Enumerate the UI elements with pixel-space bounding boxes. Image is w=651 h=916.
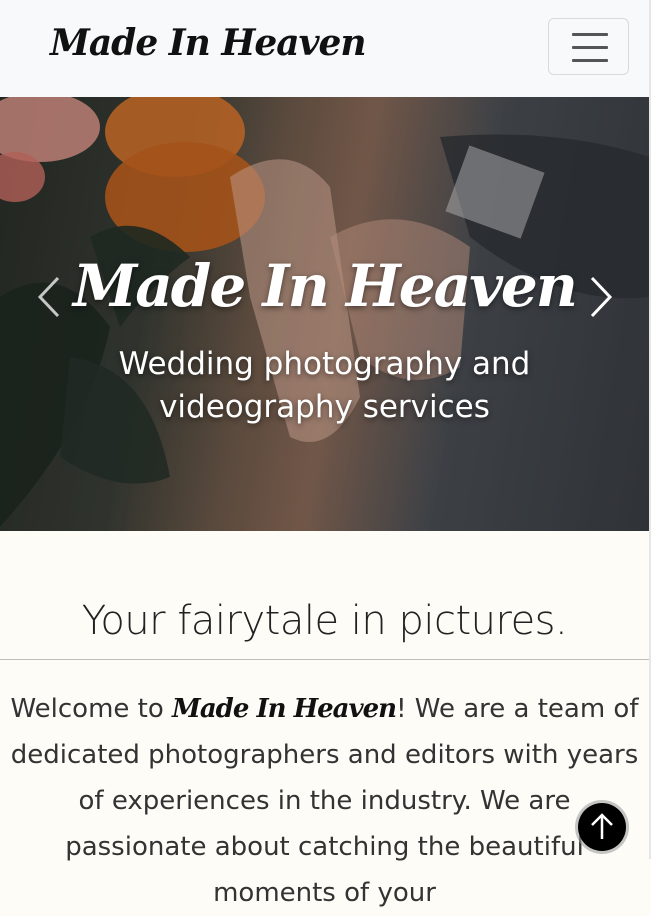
hero-subtitle: Wedding photography and videography serv…	[118, 346, 531, 425]
back-to-top-button[interactable]	[578, 803, 626, 851]
chevron-right-icon	[590, 276, 613, 318]
arrow-up-icon	[591, 813, 613, 839]
hamburger-menu-icon	[572, 33, 608, 63]
navbar: Made In Heaven	[0, 0, 649, 97]
navbar-brand[interactable]: Made In Heaven	[50, 22, 367, 64]
intro-paragraph: Welcome to Made In Heaven! We are a team…	[10, 686, 639, 916]
section-heading: Your fairytale in pictures.	[81, 598, 568, 644]
hero-title: Made In Heaven	[73, 252, 578, 320]
intro-text-before: Welcome to	[10, 694, 173, 724]
section-divider	[0, 659, 649, 660]
intro-text-after: ! We are a team of dedicated photographe…	[10, 694, 639, 908]
hero-carousel: Made In Heaven Wedding photography and v…	[0, 97, 649, 531]
intro-brand-name: Made In Heaven	[172, 694, 397, 724]
carousel-next-button[interactable]	[580, 272, 620, 322]
navbar-toggle-button[interactable]	[548, 18, 629, 75]
